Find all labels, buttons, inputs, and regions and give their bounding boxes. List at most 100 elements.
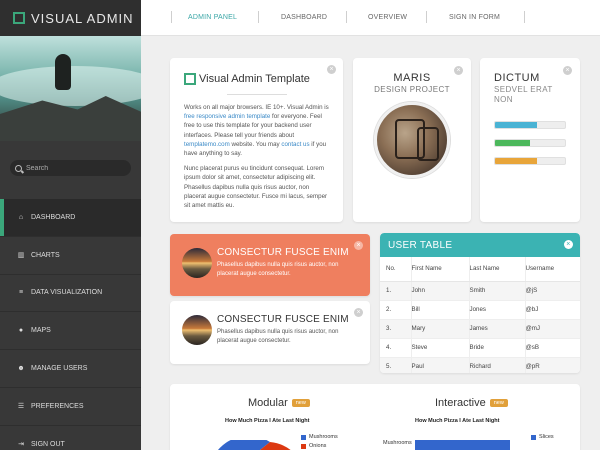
sidebar-item-label: DASHBOARD (31, 213, 76, 221)
dictum-title: DICTUM (494, 72, 540, 84)
close-icon[interactable]: × (327, 65, 336, 74)
consectur-card: × CONSECTUR FUSCE ENIM Phasellus dapibus… (170, 301, 370, 364)
tab-admin-panel[interactable]: ADMIN PANEL (188, 14, 237, 21)
new-badge: new (291, 399, 310, 407)
legend-swatch (301, 434, 306, 440)
table-row[interactable]: 4. Steve Bride @sB (380, 338, 580, 358)
sidebar-item-charts[interactable]: ▥ CHARTS (0, 237, 141, 275)
divider (226, 94, 287, 95)
sidebar-item-maps[interactable]: ● MAPS (0, 312, 141, 351)
sidebar-item-data-visualization[interactable]: ≡ DATA VISUALIZATION (0, 275, 141, 313)
free-template-link[interactable]: free responsive admin template (184, 113, 270, 120)
card-text: Phasellus dapibus nulla quis risus aucto… (217, 262, 339, 277)
card-title: CONSECTUR FUSCE ENIM (217, 314, 349, 325)
project-photo (374, 102, 450, 178)
bar-chart-icon: ▥ (17, 252, 25, 260)
close-icon[interactable]: × (354, 241, 363, 250)
column-header: First Name (411, 257, 470, 282)
new-badge: new (489, 399, 508, 407)
close-icon[interactable]: × (564, 240, 573, 249)
sidebar-item-preferences[interactable]: ☰ PREFERENCES (0, 388, 141, 426)
templatemo-link[interactable]: templatemo.com (184, 141, 230, 148)
sidebar-item-label: CHARTS (31, 251, 60, 259)
table-cell: 1. (380, 281, 412, 301)
sidebar-item-label: SIGN OUT (31, 440, 65, 448)
table-cell: James (469, 319, 526, 339)
tab-dashboard[interactable]: DASHBOARD (281, 14, 327, 21)
column-header: No. (380, 257, 412, 282)
sidebar-item-manage-users[interactable]: ☻ MANAGE USERS (0, 350, 141, 388)
home-icon: ⌂ (18, 213, 24, 221)
table-header-row: No. First Name Last Name Username (380, 257, 580, 282)
table-cell: @jS (525, 281, 580, 301)
legend-label: Slices (539, 434, 554, 440)
tab-divider (258, 11, 259, 23)
search-input[interactable] (26, 164, 126, 172)
table-row[interactable]: 2. Bill Jones @bJ (380, 300, 580, 320)
table-header-bar: USER TABLE × (380, 233, 580, 257)
progress-bar (494, 139, 566, 147)
sidebar-item-sign-out[interactable]: ⇥ SIGN OUT (0, 426, 141, 450)
progress-fill (495, 122, 537, 128)
sunset-thumbnail (182, 315, 212, 345)
sidebar-item-label: MAPS (31, 327, 51, 335)
sidebar-hero-image (0, 36, 141, 141)
table-cell: Bride (469, 338, 526, 358)
brand[interactable]: VISUAL ADMIN (0, 0, 141, 36)
tab-divider (426, 11, 427, 23)
tab-divider (346, 11, 347, 23)
charts-card: Modular new How Much Pizza I Ate Last Ni… (170, 384, 580, 450)
maris-card: × MARIS DESIGN PROJECT (353, 58, 471, 222)
table-cell: @sB (525, 338, 580, 358)
table-cell: Steve (411, 338, 470, 358)
table-cell: Mary (411, 319, 470, 339)
tab-sign-in-form[interactable]: SIGN IN FORM (449, 14, 500, 21)
search-box[interactable] (10, 160, 131, 176)
dictum-subtitle: SEDVEL ERAT NON (494, 85, 553, 104)
interactive-chart-title: Interactive new (435, 397, 508, 409)
sidebar-item-label: MANAGE USERS (31, 365, 88, 373)
pie-chart (215, 440, 291, 450)
bar-chart-subtitle: How Much Pizza I Ate Last Night (415, 418, 500, 424)
user-table: No. First Name Last Name Username 1. Joh… (380, 257, 580, 373)
column-header: Last Name (469, 257, 526, 282)
column-header: Username (525, 257, 580, 282)
contact-us-link[interactable]: contact us (281, 141, 309, 148)
card-title: CONSECTUR FUSCE ENIM (217, 247, 349, 258)
chart-title-text: Interactive (435, 397, 486, 409)
legend-label: Onions (309, 443, 327, 449)
project-subtitle: DESIGN PROJECT (374, 85, 450, 94)
brand-logo-icon (13, 12, 25, 24)
pie-slice-mushrooms[interactable] (215, 440, 270, 450)
text: Works on all major browsers. IE 10+. Vis… (184, 104, 329, 111)
sidebar-item-dashboard[interactable]: ⌂ DASHBOARD (0, 199, 141, 237)
bar-mushrooms[interactable] (415, 440, 510, 450)
close-icon[interactable]: × (454, 66, 463, 75)
table-row[interactable]: 5. Paul Richard @pR (380, 357, 580, 373)
table-row[interactable]: 3. Mary James @mJ (380, 319, 580, 339)
table-cell: @bJ (525, 300, 580, 320)
table-cell: 2. (380, 300, 412, 320)
sunset-thumbnail (182, 248, 212, 278)
close-icon[interactable]: × (563, 66, 572, 75)
bar-label-mushrooms: Mushrooms (383, 440, 412, 446)
table-title: USER TABLE (388, 239, 453, 251)
table-cell: @mJ (525, 319, 580, 339)
progress-fill (495, 140, 530, 146)
top-nav: ADMIN PANEL DASHBOARD OVERVIEW SIGN IN F… (141, 0, 600, 36)
users-icon: ☻ (17, 365, 25, 373)
table-row[interactable]: 1. John Smith @jS (380, 281, 580, 301)
bar-category-label: Mushrooms (383, 440, 412, 446)
card-text: Phasellus dapibus nulla quis risus aucto… (217, 329, 339, 344)
template-lorem: Nunc placerat purus eu tincidunt consequ… (184, 165, 328, 210)
legend-swatch (301, 443, 306, 449)
table-cell: Richard (469, 357, 526, 373)
table-cell: John (411, 281, 470, 301)
sign-out-icon: ⇥ (18, 441, 24, 449)
close-icon[interactable]: × (354, 308, 363, 317)
tab-overview[interactable]: OVERVIEW (368, 14, 407, 21)
brand-title: VISUAL ADMIN (31, 10, 134, 26)
legend-item: Onions (301, 443, 326, 449)
template-info-card: × Visual Admin Template Works on all maj… (170, 58, 343, 222)
table-cell: Bill (411, 300, 470, 320)
